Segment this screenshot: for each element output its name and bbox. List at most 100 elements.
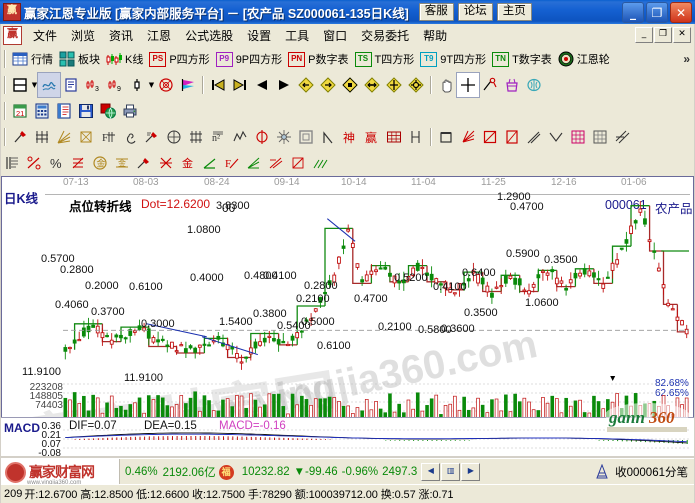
toolbar-save-button[interactable]	[75, 99, 97, 123]
tool5-pen-red-icon[interactable]	[133, 151, 155, 175]
tool5-book-icon[interactable]	[1, 151, 23, 175]
toolbar-basket-button[interactable]	[501, 73, 523, 97]
menu-tools[interactable]: 工具	[278, 25, 316, 46]
chevron-down-icon[interactable]: ▼	[31, 77, 38, 93]
toolbar-gann-wheel[interactable]: 江恩轮	[555, 47, 613, 71]
toolbar-zoom-out-button[interactable]	[361, 73, 383, 97]
menu-file[interactable]: 文件	[26, 25, 64, 46]
tool5-angle6-icon[interactable]	[309, 151, 331, 175]
toolbar-prev-button[interactable]	[251, 73, 273, 97]
scroll-thumb[interactable]: ▥	[441, 463, 461, 481]
tool5-pct-red-icon[interactable]	[23, 151, 45, 175]
tool5-percent-icon[interactable]: %	[45, 151, 67, 175]
toolbar-document-button[interactable]	[60, 73, 82, 97]
tool-n2-icon[interactable]: n²	[207, 125, 229, 149]
forum-button[interactable]: 论坛	[457, 3, 493, 21]
toolbar-alarm-button[interactable]	[479, 73, 501, 97]
tool-grid-icon[interactable]	[31, 125, 53, 149]
toolbar-9t-square[interactable]: T9 9T四方形	[417, 47, 489, 71]
tool-circle-grid-icon[interactable]	[163, 125, 185, 149]
toolbar-kline-9-button[interactable]: 9	[104, 73, 126, 97]
toolbar-9p-square[interactable]: P9 9P四方形	[213, 47, 285, 71]
toolbar-kline-3-button[interactable]: 3	[82, 73, 104, 97]
tool-lines-icon[interactable]	[611, 125, 633, 149]
toolbar-draw-curve-button[interactable]	[37, 72, 61, 98]
toolbar-first-button[interactable]	[207, 73, 229, 97]
tool-angle-icon[interactable]	[317, 125, 339, 149]
toolbar-last-button[interactable]	[229, 73, 251, 97]
tool5-gold-red-icon[interactable]: 金	[177, 151, 199, 175]
tool-redbox-icon[interactable]	[479, 125, 501, 149]
mdi-restore-button[interactable]: ❐	[654, 27, 672, 43]
tool-phi-icon[interactable]	[251, 125, 273, 149]
macd-pane[interactable]: MACD 0.36 0.21 0.07 -0.08 DIF=0.07 DEA=0…	[1, 417, 694, 459]
tool-table-icon[interactable]	[383, 125, 405, 149]
tool5-pct2-icon[interactable]	[67, 151, 89, 175]
tool-hash-icon[interactable]	[185, 125, 207, 149]
menu-formula-stock-pick[interactable]: 公式选股	[178, 25, 240, 46]
minimize-button[interactable]: _	[622, 2, 644, 23]
menu-gann[interactable]: 江恩	[140, 25, 178, 46]
tool-wave-icon[interactable]	[229, 125, 251, 149]
menu-news[interactable]: 资讯	[102, 25, 140, 46]
toolbar-cycle-button[interactable]	[155, 73, 177, 97]
tool-redpage-icon[interactable]	[501, 125, 523, 149]
tool-wedge-icon[interactable]	[545, 125, 567, 149]
tool-pen2-icon[interactable]	[141, 125, 163, 149]
close-button[interactable]: ✕	[670, 2, 692, 23]
tool-spiral-icon[interactable]	[119, 125, 141, 149]
tool-slash-icon[interactable]	[523, 125, 545, 149]
chevron-down-icon[interactable]: ▼	[148, 77, 155, 93]
tool-ying-icon[interactable]: 赢	[361, 125, 383, 149]
toolbar-p-square[interactable]: PS P四方形	[146, 47, 212, 71]
toolbar-flag-button[interactable]	[177, 73, 199, 97]
toolbar-collapse-button[interactable]	[405, 73, 427, 97]
toolbar-next-button[interactable]	[273, 73, 295, 97]
tool5-angle1-icon[interactable]	[199, 151, 221, 175]
toolbar-zoom-in-button[interactable]	[339, 73, 361, 97]
toolbar-print-button[interactable]	[119, 99, 141, 123]
toolbar-ledger-button[interactable]	[53, 99, 75, 123]
tool-star-icon[interactable]	[273, 125, 295, 149]
toolbar-quotes[interactable]: 行情	[9, 47, 56, 71]
scrollbar[interactable]: ◀ ▥ ▶	[421, 463, 481, 481]
tool-gold-box-icon[interactable]	[75, 125, 97, 149]
tool-gridgray-icon[interactable]	[589, 125, 611, 149]
tool-mid-icon[interactable]	[405, 125, 427, 149]
tool-frame-icon[interactable]	[295, 125, 317, 149]
toolbar-globe-button[interactable]	[97, 99, 119, 123]
tool5-cross-red-icon[interactable]	[155, 151, 177, 175]
menu-trade-order[interactable]: 交易委托	[354, 25, 416, 46]
toolbar-kline[interactable]: K线	[103, 47, 146, 71]
toolbar-t-number-table[interactable]: TN T数字表	[489, 47, 555, 71]
toolbar-t-square[interactable]: TS T四方形	[352, 47, 418, 71]
chart-pane[interactable]: 赢家财富网 www.yingjia360.com QQ:100800360 07…	[1, 176, 694, 456]
tool-box2-icon[interactable]	[435, 125, 457, 149]
tool-gold-fan-icon[interactable]	[53, 125, 75, 149]
toolbar-crosshair-button[interactable]	[456, 72, 480, 98]
tool-pen-icon[interactable]	[9, 125, 31, 149]
menu-help[interactable]: 帮助	[416, 25, 454, 46]
tool5-gold-line-icon[interactable]: 金	[111, 151, 133, 175]
toolbar-hand-button[interactable]	[435, 73, 457, 97]
tool5-angle4-icon[interactable]	[265, 151, 287, 175]
tool5-gold-circle-icon[interactable]: 金	[89, 151, 111, 175]
menu-window[interactable]: 窗口	[316, 25, 354, 46]
toolbar-shift-left-button[interactable]	[295, 73, 317, 97]
tool5-angle2-icon[interactable]: F	[221, 151, 243, 175]
maximize-button[interactable]: ❐	[646, 2, 668, 23]
toolbar-calc-button[interactable]	[31, 99, 53, 123]
toolbar-21-calendar-button[interactable]: 21	[9, 99, 31, 123]
customer-service-button[interactable]: 客服	[418, 3, 454, 21]
scroll-left-button[interactable]: ◀	[421, 463, 441, 481]
toolbar-expand-button[interactable]	[383, 73, 405, 97]
toolbar-single-bar-button[interactable]	[126, 73, 148, 97]
tool-gridpink-icon[interactable]	[567, 125, 589, 149]
toolbar-calendar-button[interactable]	[9, 73, 31, 97]
tool5-angle5-icon[interactable]	[287, 151, 309, 175]
tool-f-grid-icon[interactable]: F	[97, 125, 119, 149]
tool-shen-icon[interactable]: 神	[339, 125, 361, 149]
menu-settings[interactable]: 设置	[240, 25, 278, 46]
toolbar-shift-right-button[interactable]	[317, 73, 339, 97]
toolbar-brain-button[interactable]	[523, 73, 545, 97]
